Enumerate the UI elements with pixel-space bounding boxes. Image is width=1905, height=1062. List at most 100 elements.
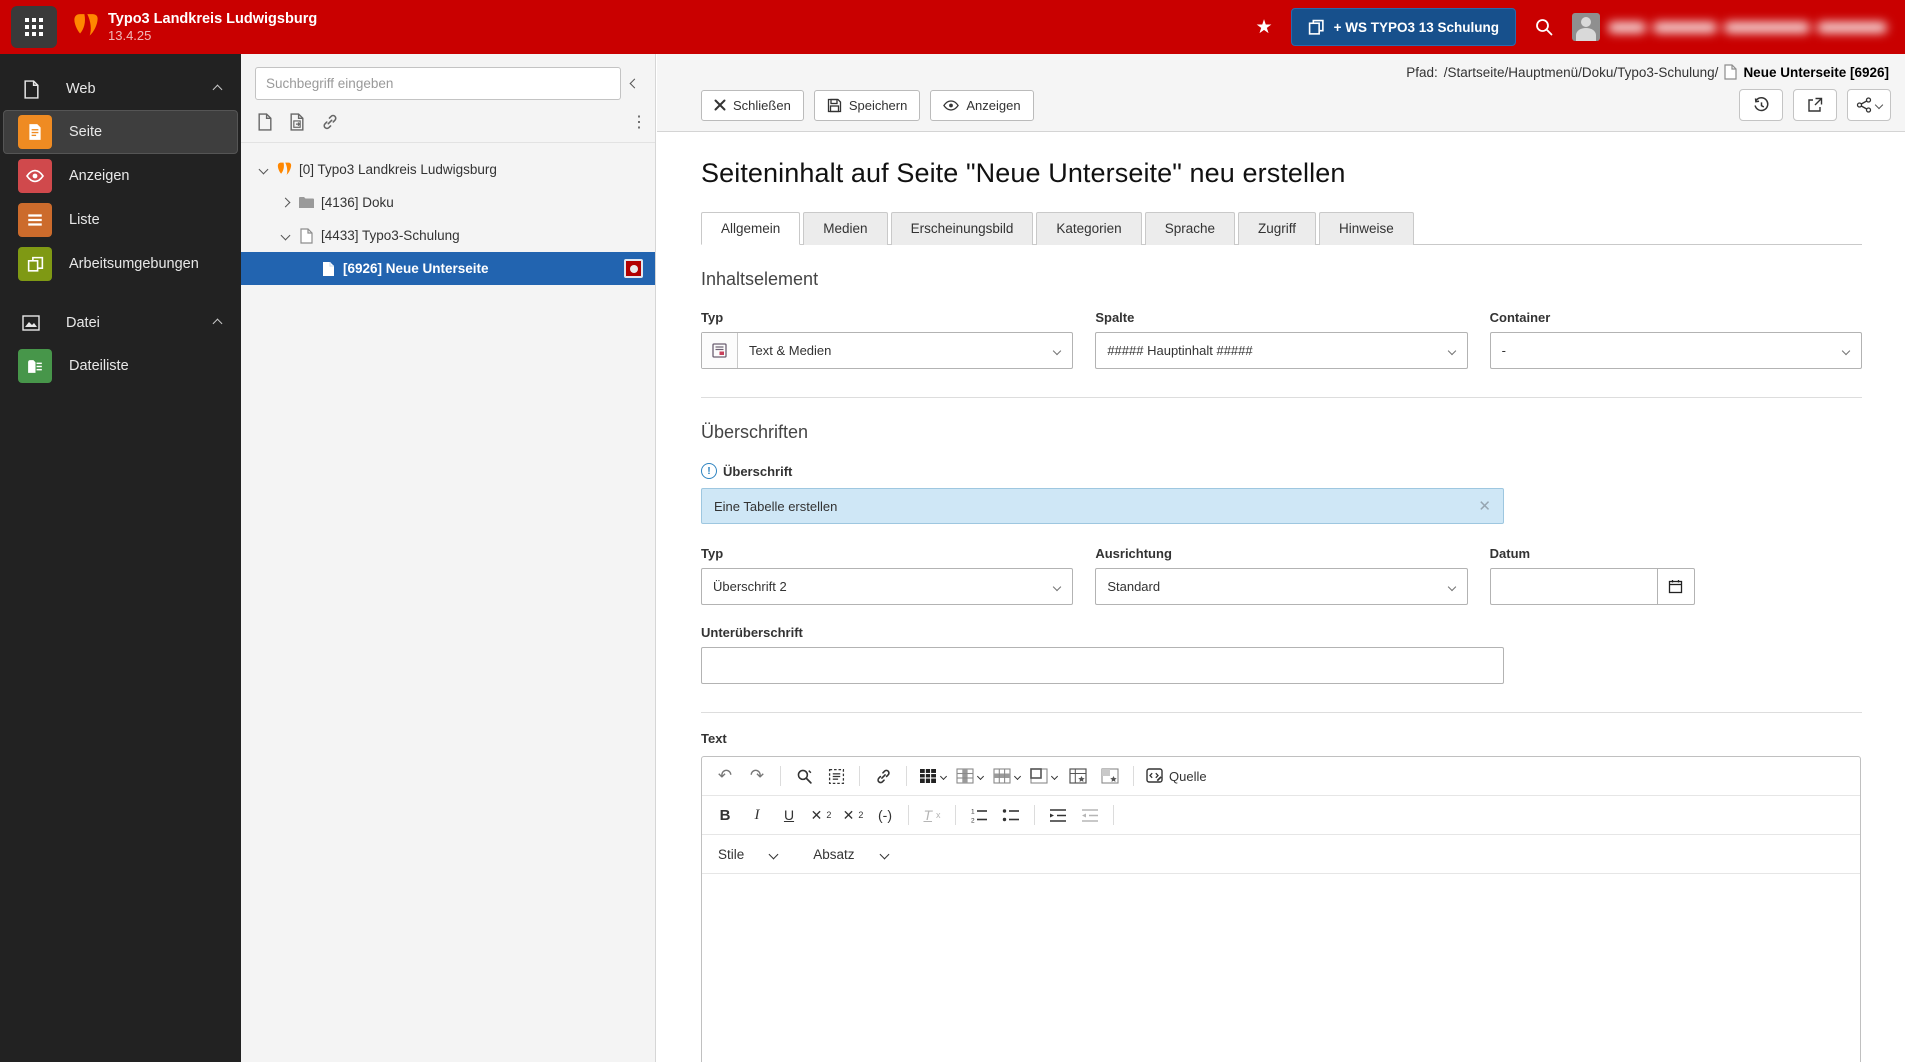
text-label: Text (701, 731, 727, 746)
tab-allgemein[interactable]: Allgemein (701, 212, 801, 245)
tree-node-label: [4136] Doku (321, 195, 394, 210)
tab-kategorien[interactable]: Kategorien (1036, 212, 1142, 245)
tree-node-doku[interactable]: [4136] Doku (241, 186, 655, 219)
bold-icon[interactable]: B (710, 801, 740, 829)
source-button[interactable]: Quelle (1142, 762, 1211, 790)
ctype-select[interactable]: Text & Medien (701, 332, 1074, 369)
module-item-seite-label: Seite (69, 124, 103, 140)
indent-icon[interactable] (1043, 801, 1073, 829)
table-row-icon[interactable] (989, 762, 1024, 790)
rte-toolbar-row-3: Stile Absatz (702, 835, 1860, 874)
merge-cells-icon[interactable] (1026, 762, 1061, 790)
bulleted-list-icon[interactable] (996, 801, 1026, 829)
header-align-select[interactable]: Standard (1095, 568, 1468, 605)
user-menu[interactable] (1572, 13, 1887, 41)
tab-erscheinungsbild[interactable]: Erscheinungsbild (890, 212, 1034, 245)
tree-more-menu-button[interactable]: ⋮ (631, 112, 647, 132)
share-button[interactable] (1847, 89, 1891, 121)
new-page-drag-button[interactable] (289, 113, 305, 131)
italic-icon[interactable]: I (742, 801, 772, 829)
module-item-dateiliste-label: Dateiliste (69, 358, 129, 374)
collapse-tree-button[interactable] (621, 78, 647, 89)
tree-node-neue-unterseite-selected[interactable]: [6926] Neue Unterseite (241, 252, 655, 285)
breadcrumb: Pfad: /Startseite/Hauptmenü/Doku/Typo3-S… (701, 64, 1891, 80)
date-input[interactable] (1489, 568, 1658, 605)
outdent-icon[interactable] (1075, 801, 1105, 829)
history-button[interactable] (1739, 89, 1783, 121)
container-select[interactable]: - (1489, 332, 1862, 369)
filelist-module-icon (18, 349, 52, 383)
share-icon (1856, 97, 1872, 113)
stop-page-tree-icon[interactable] (624, 259, 643, 278)
module-item-liste[interactable]: Liste (3, 198, 238, 242)
link-icon[interactable] (868, 762, 898, 790)
module-group-web[interactable]: Web (0, 68, 241, 110)
tree-node-typo3-schulung[interactable]: [4433] Typo3-Schulung (241, 219, 655, 252)
module-menu: Web Seite Anzeigen Liste Arbeitsumgebung… (0, 54, 241, 1062)
view-button[interactable]: Anzeigen (930, 89, 1034, 121)
date-picker-button[interactable] (1657, 568, 1695, 605)
expand-chevron-icon[interactable] (280, 230, 290, 241)
module-item-seite[interactable]: Seite (3, 110, 238, 154)
ueberschrift-input[interactable]: Eine Tabelle erstellen ✕ (701, 488, 1504, 524)
styles-dropdown[interactable]: Stile (710, 840, 785, 868)
search-button[interactable] (1534, 17, 1554, 37)
path-value: /Startseite/Hauptmenü/Doku/Typo3-Schulun… (1443, 64, 1719, 80)
info-icon: ! (701, 463, 717, 479)
tab-zugriff[interactable]: Zugriff (1237, 212, 1316, 245)
module-item-dateiliste[interactable]: Dateiliste (3, 344, 238, 388)
paragraph-format-dropdown[interactable]: Absatz (805, 840, 895, 868)
page-title: Seiteninhalt auf Seite "Neue Unterseite"… (701, 158, 1346, 188)
close-button[interactable]: Schließen (701, 89, 804, 121)
superscript-icon[interactable]: ✕ 2 (838, 801, 868, 829)
workspace-button[interactable]: + WS TYPO3 13 Schulung (1290, 8, 1516, 46)
calendar-icon (1669, 580, 1683, 594)
find-replace-icon[interactable] (789, 762, 819, 790)
soft-hyphen-icon[interactable]: (-) (870, 801, 900, 829)
collapsed-chevron-icon[interactable] (280, 197, 290, 208)
tab-medien[interactable]: Medien (803, 212, 888, 245)
unterueberschrift-label: Unterüberschrift (701, 625, 803, 640)
docheader: Pfad: /Startseite/Hauptmenü/Doku/Typo3-S… (657, 54, 1905, 132)
tree-search-input[interactable] (255, 67, 621, 100)
header-typ-label: Typ (701, 546, 724, 561)
clear-field-icon[interactable]: ✕ (1478, 497, 1491, 515)
tree-node-label: [6926] Neue Unterseite (343, 261, 489, 276)
remove-format-icon[interactable]: Tx (917, 801, 947, 829)
list-module-icon (18, 203, 52, 237)
new-page-button[interactable] (257, 113, 273, 131)
tab-hinweise[interactable]: Hinweise (1319, 212, 1414, 245)
module-menu-toggle-button[interactable] (11, 6, 57, 48)
tree-node-root[interactable]: [0] Typo3 Landkreis Ludwigsburg (241, 153, 655, 186)
cell-properties-icon[interactable] (1095, 762, 1125, 790)
rte-editing-area[interactable] (702, 874, 1860, 1062)
insert-table-icon[interactable] (915, 762, 950, 790)
workspace-icon (1308, 19, 1324, 35)
save-button[interactable]: Speichern (813, 89, 921, 121)
link-mounts-button[interactable] (321, 113, 339, 131)
underline-icon[interactable]: U (774, 801, 804, 829)
page-icon (295, 227, 317, 244)
brand[interactable]: Typo3 Landkreis Ludwigsburg 13.4.25 (73, 10, 317, 44)
header-type-select[interactable]: Überschrift 2 (701, 568, 1074, 605)
styles-dropdown-value: Stile (718, 846, 745, 862)
module-item-arbeitsumgebungen[interactable]: Arbeitsumgebungen (3, 242, 238, 286)
module-item-anzeigen[interactable]: Anzeigen (3, 154, 238, 198)
colpos-select[interactable]: ##### Hauptinhalt ##### (1095, 332, 1468, 369)
redo-icon[interactable]: ↷ (742, 762, 772, 790)
select-all-icon[interactable] (821, 762, 851, 790)
numbered-list-icon[interactable]: 12 (964, 801, 994, 829)
tab-sprache[interactable]: Sprache (1144, 212, 1235, 245)
undo-icon[interactable]: ↶ (710, 762, 740, 790)
expand-chevron-icon[interactable] (258, 164, 268, 175)
unterueberschrift-input[interactable] (701, 647, 1504, 684)
collapse-chevron-icon (212, 318, 223, 328)
open-in-new-button[interactable] (1793, 89, 1837, 121)
user-avatar (1572, 13, 1600, 41)
table-properties-icon[interactable] (1063, 762, 1093, 790)
datum-label: Datum (1489, 546, 1531, 561)
bookmark-star-icon[interactable]: ★ (1256, 16, 1273, 39)
table-column-icon[interactable] (952, 762, 987, 790)
subscript-icon[interactable]: ✕ 2 (806, 801, 836, 829)
module-group-datei[interactable]: Datei (0, 302, 241, 344)
